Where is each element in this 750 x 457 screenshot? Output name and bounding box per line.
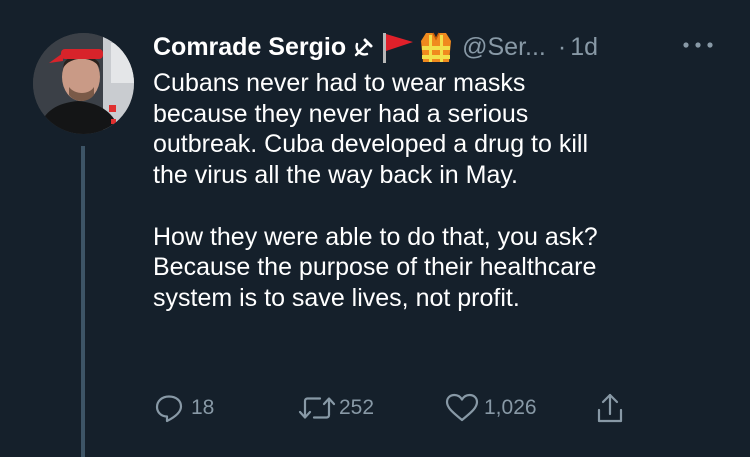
share-button[interactable] [594,390,626,426]
avatar[interactable] [33,33,134,134]
red-flag-icon [380,31,416,63]
author-display-name[interactable]: Comrade Sergio [153,33,346,62]
reply-button[interactable]: 18 [153,390,214,426]
timestamp-separator: · [557,32,567,61]
like-button[interactable]: 1,026 [444,390,537,426]
hammer-sickle-icon [352,35,376,59]
retweet-icon [297,392,337,424]
retweet-button[interactable]: 252 [297,390,374,426]
like-count: 1,026 [484,396,537,419]
retweet-count: 252 [339,396,375,419]
more-options-icon[interactable] [682,35,716,55]
reply-count: 18 [191,396,215,419]
author-handle[interactable]: @Ser... [462,33,546,62]
timestamp[interactable]: 1d [570,33,598,62]
tweet-paragraph: Cubans never had to wear masks because t… [153,69,589,190]
tweet: Comrade Sergio @Ser... · 1d Cubans never… [0,0,750,457]
heart-icon [444,392,480,424]
safety-vest-icon [418,29,454,65]
tweet-header: Comrade Sergio @Ser... · 1d [153,27,733,67]
tweet-paragraph: How they were able to do that, you ask? … [153,222,598,312]
tweet-text: Cubans never had to wear masks because t… [153,68,733,314]
name-emojis [352,29,454,65]
reply-icon [153,392,185,424]
avatar-photo [33,33,134,134]
thread-line [81,146,85,457]
share-icon [594,390,626,426]
